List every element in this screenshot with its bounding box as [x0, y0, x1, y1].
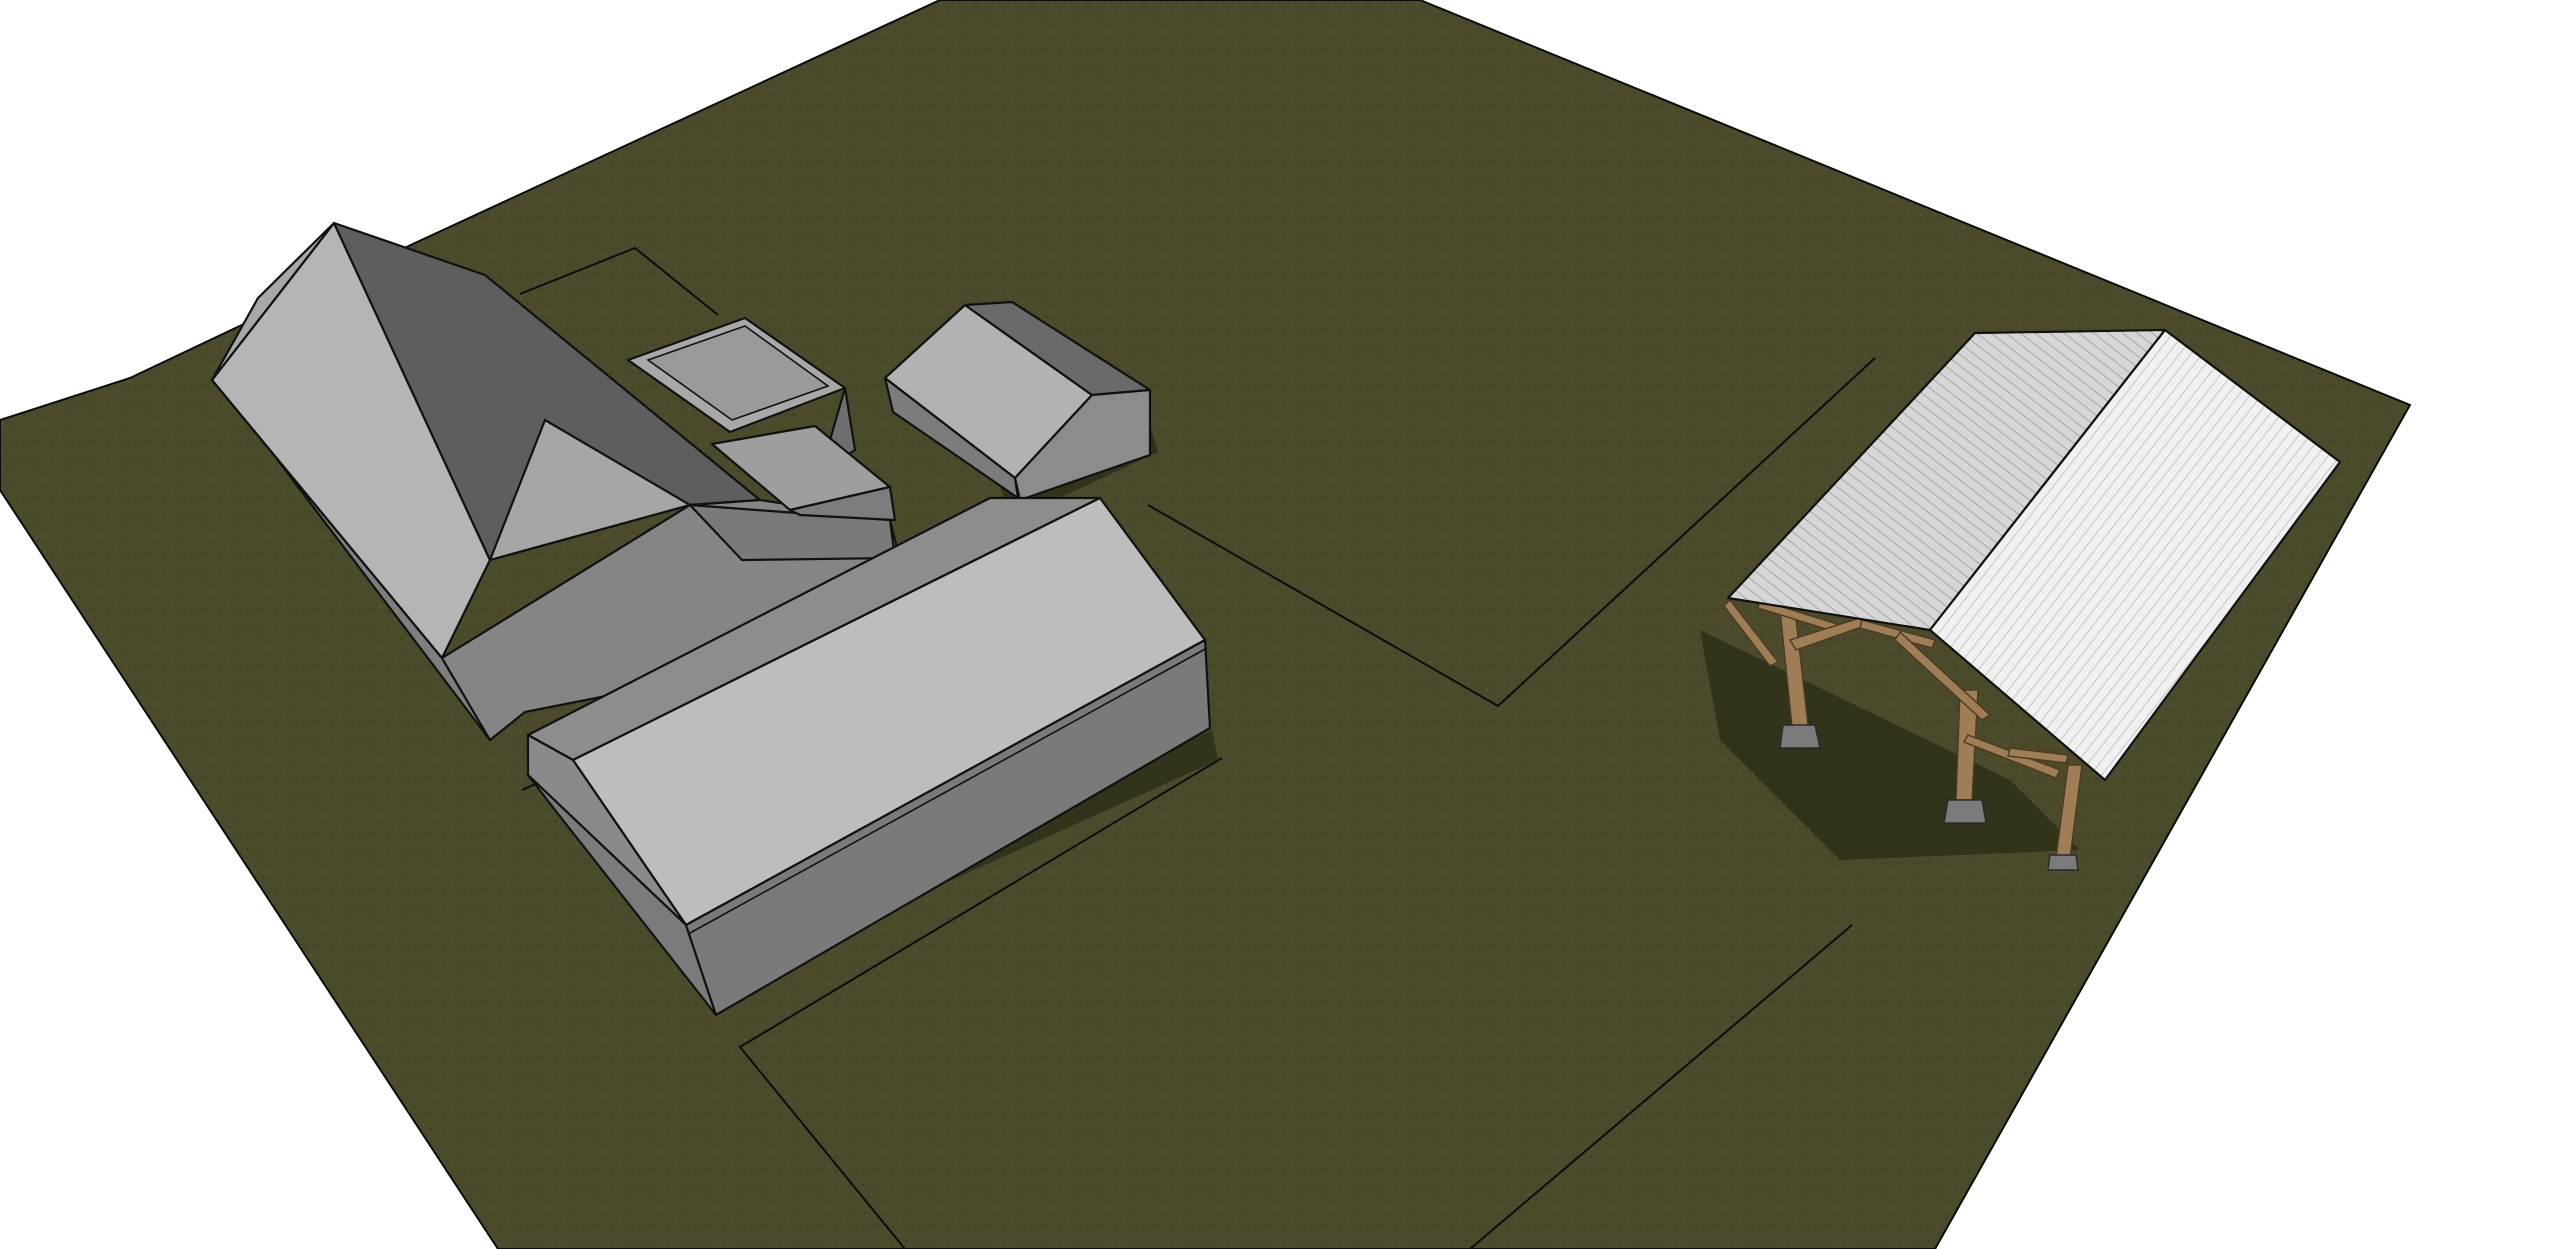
model-scene[interactable]	[0, 0, 2550, 1249]
3d-model-viewport[interactable]	[0, 0, 2550, 1249]
